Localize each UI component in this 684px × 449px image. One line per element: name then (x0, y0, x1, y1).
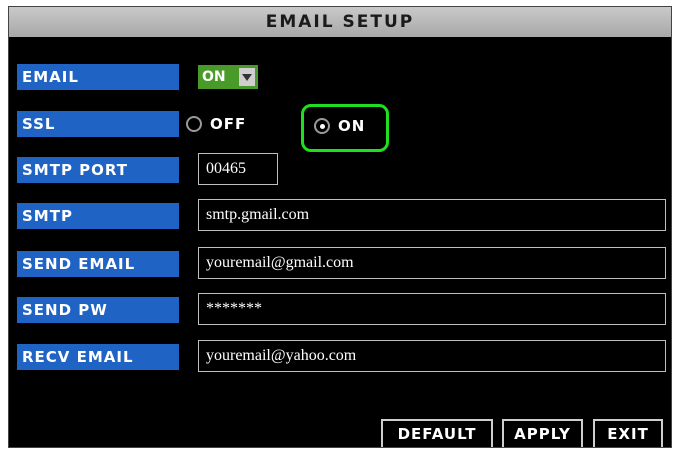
ssl-off-radio[interactable]: OFF (186, 115, 246, 133)
recv-email-input[interactable]: youremail@yahoo.com (198, 340, 666, 372)
smtp-label: SMTP (17, 203, 179, 229)
ssl-label: SSL (17, 111, 179, 137)
smtp-port-input[interactable]: 00465 (198, 153, 278, 185)
email-label: EMAIL (17, 64, 179, 90)
chevron-down-icon[interactable] (239, 68, 255, 86)
email-toggle-value: ON (202, 69, 226, 85)
send-password-input[interactable]: ******* (198, 293, 666, 325)
smtp-port-label: SMTP PORT (17, 157, 179, 183)
smtp-server-input[interactable]: smtp.gmail.com (198, 199, 666, 231)
email-setup-window: EMAIL SETUP EMAIL ON SSL OFF ON SMTP POR… (8, 6, 672, 448)
send-email-input[interactable]: youremail@gmail.com (198, 247, 666, 279)
send-pw-label: SEND PW (17, 297, 179, 323)
recv-email-label: RECV EMAIL (17, 344, 179, 370)
apply-button[interactable]: APPLY (502, 419, 583, 447)
send-email-label: SEND EMAIL (17, 251, 179, 277)
default-button[interactable]: DEFAULT (381, 419, 493, 447)
window-title: EMAIL SETUP (9, 7, 671, 37)
ssl-off-label: OFF (210, 115, 247, 133)
email-toggle-dropdown[interactable]: ON (198, 65, 258, 89)
radio-unselected-icon (186, 116, 202, 132)
exit-button[interactable]: EXIT (593, 419, 663, 447)
ssl-on-highlight (301, 104, 389, 152)
